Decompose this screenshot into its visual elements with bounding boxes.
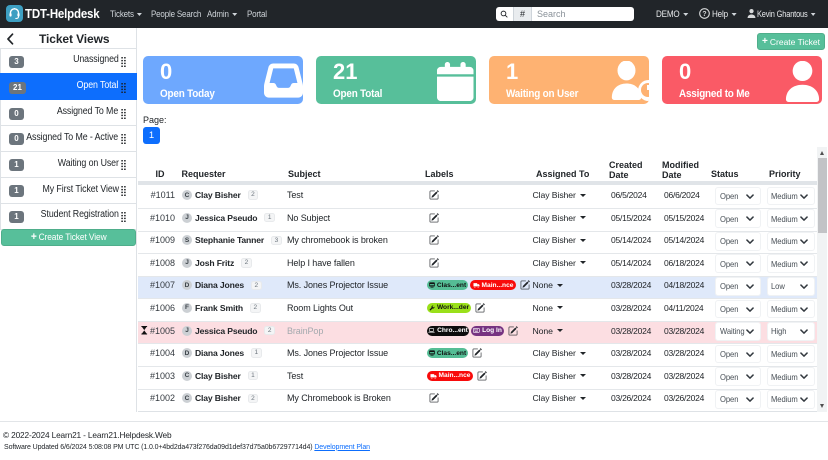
svg-text:?: ? <box>702 11 706 18</box>
